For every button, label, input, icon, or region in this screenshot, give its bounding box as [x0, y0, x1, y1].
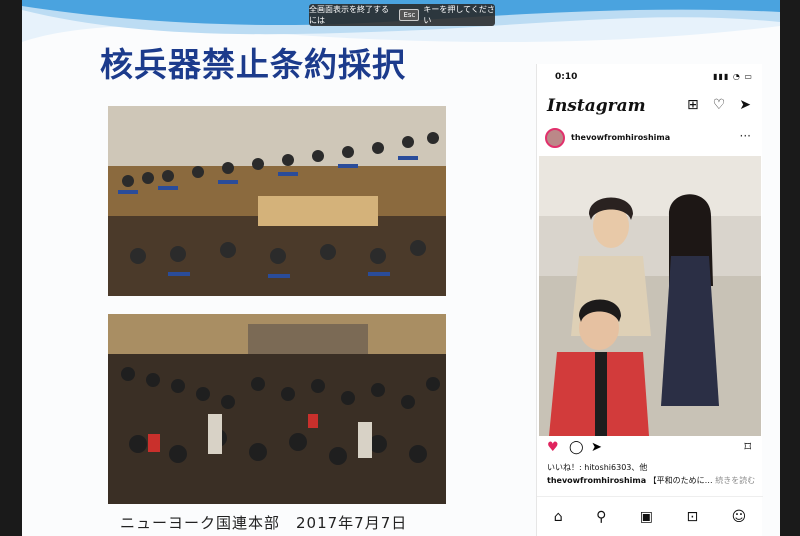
heart-icon[interactable]: ♡ [713, 97, 726, 113]
search-icon[interactable]: ⚲ [596, 509, 606, 525]
more-options-icon[interactable]: ··· [740, 129, 751, 143]
un-assembly-photo-top [108, 106, 446, 296]
fullscreen-exit-banner: 全画面表示を終了するには Esc キーを押してください [309, 4, 495, 26]
status-time: 0:10 [555, 72, 578, 82]
like-heart-icon[interactable]: ♥ [547, 440, 559, 455]
avatar[interactable] [545, 128, 565, 148]
banner-text-after: キーを押してください [423, 5, 495, 25]
post-caption: thevowfromhiroshima 【平和のために… 続きを読む [547, 475, 755, 486]
slide-caption: ニューヨーク国連本部 2017年7月7日 [120, 514, 408, 532]
share-icon[interactable]: ➤ [591, 440, 602, 455]
caption-text: 【平和のために… [648, 476, 713, 485]
un-assembly-photo-bottom [108, 314, 446, 504]
instagram-logo: Instagram [547, 96, 646, 116]
home-icon[interactable]: ⌂ [554, 509, 563, 525]
slide-title: 核兵器禁止条約採択 [100, 45, 406, 84]
status-icons: ▮▮▮ ◔ ▭ [713, 72, 753, 81]
esc-key: Esc [399, 9, 420, 21]
instagram-header: Instagram ⊞ ♡ ➤ [537, 92, 763, 122]
banner-text-before: 全画面表示を終了するには [309, 5, 389, 25]
shop-icon[interactable]: ⊡ [686, 509, 698, 525]
post-username[interactable]: thevowfromhiroshima [571, 133, 670, 142]
post-header: thevowfromhiroshima ··· [537, 126, 763, 152]
read-more-link[interactable]: 続きを読む [715, 476, 755, 485]
comment-icon[interactable]: ◯ [569, 440, 584, 455]
phone-status-bar: 0:10 ▮▮▮ ◔ ▭ [537, 64, 763, 90]
instagram-phone-screenshot: 0:10 ▮▮▮ ◔ ▭ Instagram ⊞ ♡ ➤ thevowfromh… [536, 64, 763, 536]
likes-text[interactable]: いいね！: hitoshi6303、他 [547, 462, 647, 473]
send-icon[interactable]: ➤ [739, 97, 751, 113]
caption-username[interactable]: thevowfromhiroshima [547, 476, 646, 485]
save-bookmark-icon[interactable]: ⌑ [744, 440, 751, 455]
reels-icon[interactable]: ▣ [640, 509, 653, 525]
post-actions: ♥ ◯ ➤ ⌑ [547, 440, 757, 458]
presentation-slide: 核兵器禁止条約採択 ニューヨーク国連本部 2017年7月7日 0:10 ▮▮▮ … [22, 0, 780, 536]
instagram-header-actions: ⊞ ♡ ➤ [687, 97, 751, 113]
instagram-bottom-nav: ⌂ ⚲ ▣ ⊡ ☺ [537, 496, 763, 536]
new-post-icon[interactable]: ⊞ [687, 97, 699, 113]
profile-icon[interactable]: ☺ [732, 509, 747, 525]
screen: 核兵器禁止条約採択 ニューヨーク国連本部 2017年7月7日 0:10 ▮▮▮ … [0, 0, 800, 536]
